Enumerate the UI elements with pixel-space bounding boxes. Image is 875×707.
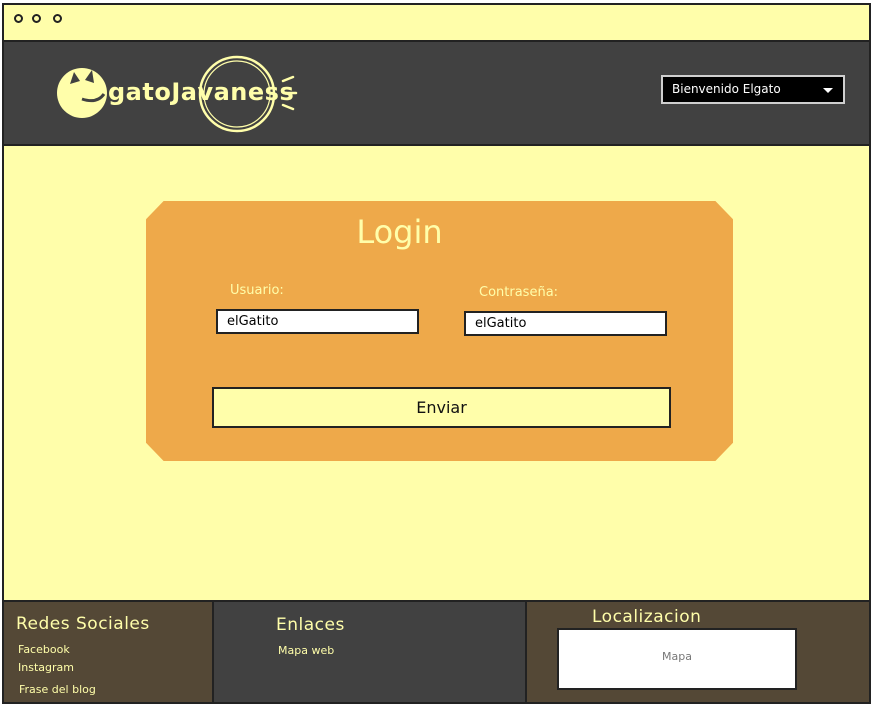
window-control-dot[interactable] xyxy=(14,14,23,23)
location-map[interactable]: Mapa xyxy=(557,628,797,690)
app-window: gatoJavaness Bienvenido Elgato Login Usu… xyxy=(2,3,871,704)
footer-social-title: Redes Sociales xyxy=(16,614,150,634)
footer-link-facebook[interactable]: Facebook xyxy=(18,643,70,656)
site-logo[interactable]: gatoJavaness xyxy=(52,54,302,134)
footer-links-column: Enlaces Mapa web xyxy=(214,602,527,702)
footer-social-column: Redes Sociales Facebook Instagram Frase … xyxy=(4,602,214,702)
footer-link-instagram[interactable]: Instagram xyxy=(18,661,74,674)
user-menu-label: Bienvenido Elgato xyxy=(672,82,781,96)
user-menu-dropdown[interactable]: Bienvenido Elgato xyxy=(661,75,845,104)
logo-text: gatoJavaness xyxy=(108,78,295,106)
username-field[interactable]: elGatito xyxy=(216,309,419,334)
submit-button[interactable]: Enviar xyxy=(212,387,671,428)
password-field[interactable]: elGatito xyxy=(464,311,667,336)
login-card: Login Usuario: elGatito Contraseña: elGa… xyxy=(146,201,733,461)
site-footer: Redes Sociales Facebook Instagram Frase … xyxy=(4,600,869,702)
chevron-down-icon xyxy=(823,88,833,93)
username-label: Usuario: xyxy=(230,283,284,298)
login-title: Login xyxy=(356,213,443,251)
footer-links-title: Enlaces xyxy=(276,615,345,635)
site-header: gatoJavaness Bienvenido Elgato xyxy=(4,42,869,146)
footer-location-title: Localizacion xyxy=(592,607,702,627)
window-control-dot[interactable] xyxy=(32,14,41,23)
footer-link-blog-quote[interactable]: Frase del blog xyxy=(19,683,96,696)
window-titlebar xyxy=(4,5,869,42)
password-label: Contraseña: xyxy=(479,285,559,300)
footer-link-sitemap[interactable]: Mapa web xyxy=(278,644,334,657)
window-control-dot[interactable] xyxy=(53,14,62,23)
footer-location-column: Localizacion Mapa xyxy=(527,602,869,702)
